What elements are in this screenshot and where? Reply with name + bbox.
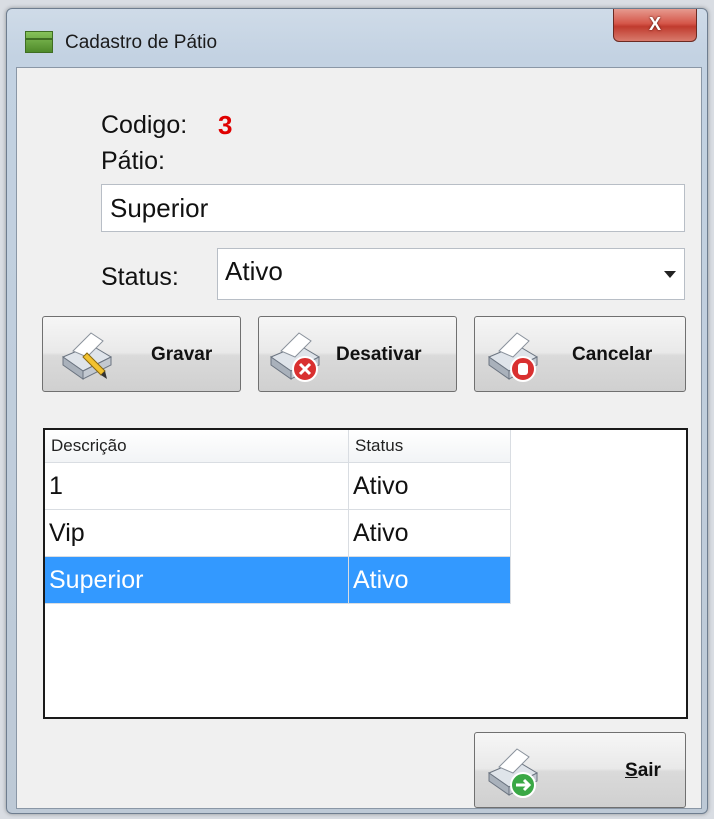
column-header-status[interactable]: Status bbox=[348, 430, 511, 463]
dropdown-arrow-icon[interactable] bbox=[664, 271, 676, 278]
title-bar[interactable]: Cadastro de Pátio X bbox=[7, 9, 707, 67]
sair-button[interactable]: Sair bbox=[474, 732, 686, 808]
window-title: Cadastro de Pátio bbox=[65, 32, 218, 53]
cell-descricao: Vip bbox=[45, 509, 349, 557]
patio-input[interactable]: Superior bbox=[101, 184, 685, 232]
cell-status: Ativo bbox=[348, 556, 511, 604]
cancelar-button[interactable]: Cancelar bbox=[474, 316, 686, 392]
main-window: Cadastro de Pátio X Codigo: 3 Pátio: Sup… bbox=[6, 8, 708, 814]
close-button[interactable]: X bbox=[613, 9, 697, 42]
desativar-button[interactable]: Desativar bbox=[258, 316, 457, 392]
sair-label-rest: air bbox=[637, 760, 661, 781]
cell-descricao: Superior bbox=[45, 556, 349, 604]
patio-table: Descrição Status 1 Ativo Vip Ativo Super… bbox=[45, 430, 511, 604]
column-header-descricao[interactable]: Descrição bbox=[45, 430, 349, 463]
status-select[interactable]: Ativo bbox=[217, 248, 685, 300]
printer-exit-icon bbox=[487, 748, 539, 798]
desativar-label: Desativar bbox=[336, 344, 422, 365]
sair-label: Sair bbox=[625, 760, 661, 782]
codigo-value: 3 bbox=[218, 110, 233, 140]
patio-grid[interactable]: Descrição Status 1 Ativo Vip Ativo Super… bbox=[43, 428, 688, 719]
gravar-label: Gravar bbox=[151, 344, 213, 365]
status-label: Status: bbox=[101, 263, 179, 291]
cell-descricao: 1 bbox=[45, 462, 349, 510]
form-body: Codigo: 3 Pátio: Superior Status: Ativo … bbox=[16, 67, 702, 809]
table-row-selected[interactable]: Superior Ativo bbox=[45, 556, 511, 604]
gravar-button[interactable]: Gravar bbox=[42, 316, 241, 392]
cell-status: Ativo bbox=[348, 462, 511, 510]
status-select-value: Ativo bbox=[225, 256, 283, 286]
table-row[interactable]: Vip Ativo bbox=[45, 509, 511, 557]
cell-status: Ativo bbox=[348, 509, 511, 557]
printer-stop-icon bbox=[487, 332, 539, 382]
app-icon bbox=[25, 31, 53, 53]
cancelar-label: Cancelar bbox=[572, 344, 653, 365]
printer-delete-icon bbox=[269, 332, 321, 382]
codigo-label: Codigo: bbox=[101, 111, 188, 139]
patio-label: Pátio: bbox=[101, 147, 165, 175]
grid-header-row: Descrição Status bbox=[45, 430, 511, 463]
sair-mnemonic: S bbox=[625, 760, 638, 781]
printer-pencil-icon bbox=[61, 332, 113, 380]
table-row[interactable]: 1 Ativo bbox=[45, 462, 511, 510]
